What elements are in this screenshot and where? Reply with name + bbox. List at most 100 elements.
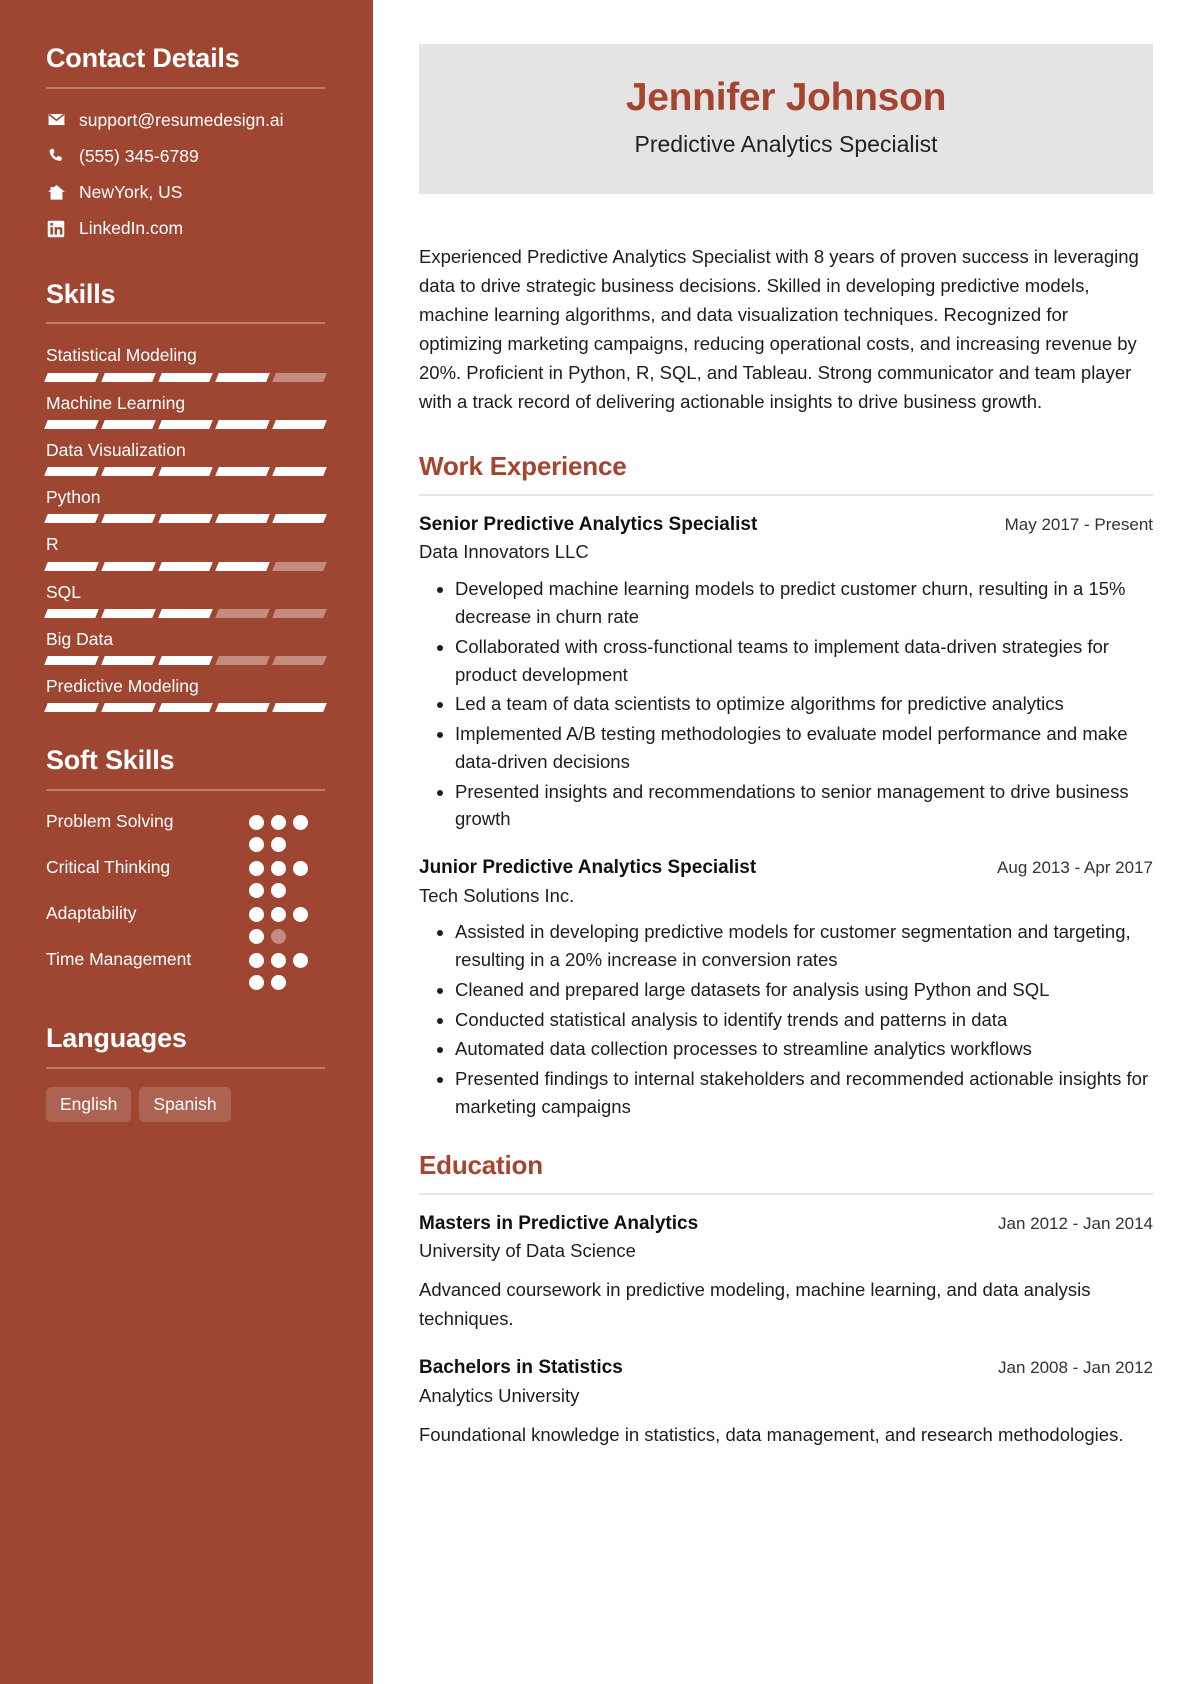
contact-item[interactable]: support@resumedesign.ai xyxy=(46,107,325,133)
education-entry: Masters in Predictive Analytics Jan 2012 … xyxy=(419,1211,1153,1334)
name-header-card: Jennifer Johnson Predictive Analytics Sp… xyxy=(419,44,1153,194)
school-name: Analytics University xyxy=(419,1385,580,1407)
language-chip[interactable]: Spanish xyxy=(139,1086,231,1122)
main-content: Jennifer Johnson Predictive Analytics Sp… xyxy=(373,0,1200,1684)
skill-bar-segment xyxy=(101,561,156,571)
skill-level-bar xyxy=(44,561,327,571)
rating-dot xyxy=(271,975,286,991)
skill-bar-segment xyxy=(215,656,270,666)
soft-skill-row: Adaptability xyxy=(46,901,325,945)
section-divider xyxy=(46,322,325,325)
education-heading: Education xyxy=(419,1149,543,1180)
skill-label: Python xyxy=(46,487,101,508)
rating-dot xyxy=(249,929,264,945)
soft-skill-label: Time Management xyxy=(46,949,192,970)
home-icon xyxy=(46,183,66,202)
education-date-range: Jan 2008 - Jan 2012 xyxy=(997,1358,1153,1378)
degree-title: Bachelors in Statistics xyxy=(419,1357,623,1379)
rating-dot xyxy=(249,815,264,831)
company-name: Tech Solutions Inc. xyxy=(419,884,575,906)
section-divider xyxy=(419,1192,1153,1195)
soft-skill-row: Problem Solving xyxy=(46,809,325,853)
skill-bar-segment xyxy=(272,514,327,524)
skill-bar-segment xyxy=(44,467,99,477)
rating-dot xyxy=(271,953,286,969)
skill-bar-segment xyxy=(215,467,270,477)
skill-bar-segment xyxy=(158,467,213,477)
rating-dot xyxy=(249,907,264,923)
skill-bar-segment xyxy=(158,656,213,666)
education-date-range: Jan 2012 - Jan 2014 xyxy=(997,1213,1153,1233)
skill-label: Big Data xyxy=(46,628,114,649)
skill-level-bar xyxy=(44,419,327,429)
rating-dot xyxy=(293,953,308,969)
page-title: Jennifer Johnson xyxy=(625,76,947,119)
soft-skill-label: Problem Solving xyxy=(46,811,174,832)
languages-heading: Languages xyxy=(46,1023,187,1054)
rating-dot xyxy=(293,907,308,923)
skill-level-bar xyxy=(44,467,327,477)
list-item: Collaborated with cross-functional teams… xyxy=(455,633,1153,689)
skill-bar-segment xyxy=(101,656,156,666)
list-item: Cleaned and prepared large datasets for … xyxy=(455,976,1153,1004)
rating-dot xyxy=(293,815,308,831)
skill-bar-segment xyxy=(272,656,327,666)
skill-bar-segment xyxy=(101,467,156,477)
contact-details-heading: Contact Details xyxy=(46,43,240,73)
skill-bar-segment xyxy=(44,608,99,618)
education-entry: Bachelors in Statistics Jan 2008 - Jan 20… xyxy=(419,1355,1153,1449)
rating-dot xyxy=(271,815,286,831)
linkedin-icon xyxy=(46,220,66,238)
rating-dot xyxy=(249,837,264,853)
skills-heading: Skills xyxy=(46,278,116,309)
language-chip[interactable]: English xyxy=(46,1086,132,1122)
education-description: Foundational knowledge in statistics, da… xyxy=(419,1423,1124,1445)
rating-dot xyxy=(271,907,286,923)
skill-level-bar xyxy=(44,608,327,618)
skill-bar-segment xyxy=(272,467,327,477)
school-name: University of Data Science xyxy=(419,1240,636,1262)
skill-bar-segment xyxy=(158,419,213,429)
phone-icon xyxy=(46,147,66,165)
skill-bar-segment xyxy=(215,561,270,571)
entry-header: Masters in Predictive Analytics Jan 2012 … xyxy=(419,1211,1153,1237)
envelope-icon xyxy=(46,110,66,129)
soft-skill-label: Adaptability xyxy=(46,903,137,924)
skill-bar-segment xyxy=(44,656,99,666)
skills-list: Statistical Modeling Machine Learning Data… xyxy=(44,342,327,713)
skill-bar-segment xyxy=(101,703,156,713)
work-experience-entry: Junior Predictive Analytics Specialist Au… xyxy=(419,855,1153,1121)
contact-item-value: support@resumedesign.ai xyxy=(79,109,284,130)
contact-item[interactable]: LinkedIn.com xyxy=(46,215,325,241)
rating-dot xyxy=(249,883,264,899)
education-list: Masters in Predictive Analytics Jan 2012 … xyxy=(419,1211,1153,1450)
work-experience-list: Senior Predictive Analytics Specialist Ma… xyxy=(419,512,1153,1121)
contact-item[interactable]: (555) 345-6789 xyxy=(46,143,325,169)
soft-skill-label: Critical Thinking xyxy=(46,857,171,878)
section-divider xyxy=(419,493,1153,496)
skill-bar-segment xyxy=(215,372,270,382)
skill-bar-segment xyxy=(44,514,99,524)
list-item: Presented insights and recommendations t… xyxy=(455,778,1153,834)
skill-bar-segment xyxy=(272,608,327,618)
list-item: Conducted statistical analysis to identi… xyxy=(455,1006,1153,1034)
skill-bar-segment xyxy=(101,514,156,524)
job-title: Predictive Analytics Specialist xyxy=(634,130,938,157)
list-item: Presented findings to internal stakehold… xyxy=(455,1065,1153,1121)
employment-date-range: Aug 2013 - Apr 2017 xyxy=(997,858,1153,878)
rating-dot xyxy=(293,861,308,877)
skill-bar-segment xyxy=(215,703,270,713)
resume-page: Contact Details support@resumedesign.ai (… xyxy=(0,0,1200,1684)
list-item: Automated data collection processes to s… xyxy=(455,1035,1153,1063)
contact-item[interactable]: NewYork, US xyxy=(46,179,325,205)
entry-header: Junior Predictive Analytics Specialist Au… xyxy=(419,855,1153,881)
education-description: Advanced coursework in predictive modeli… xyxy=(419,1279,1091,1329)
skill-bar-segment xyxy=(272,372,327,382)
skill-bar-segment xyxy=(101,372,156,382)
list-item: Developed machine learning models to pre… xyxy=(455,575,1153,631)
skill-level-bar xyxy=(44,514,327,524)
section-divider xyxy=(46,1066,325,1069)
skill-bar-segment xyxy=(272,703,327,713)
skill-label: Predictive Modeling xyxy=(46,676,199,697)
list-item: Implemented A/B testing methodologies to… xyxy=(455,720,1153,776)
